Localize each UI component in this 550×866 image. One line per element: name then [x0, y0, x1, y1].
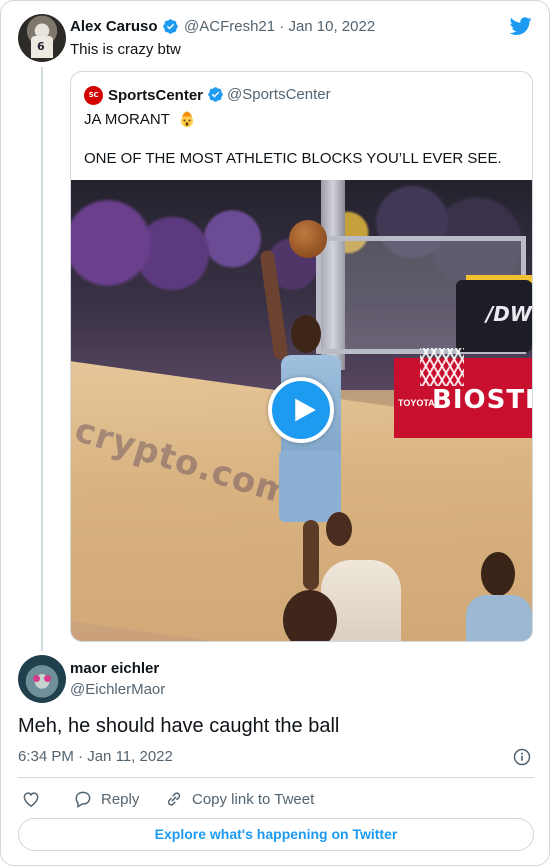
author-name[interactable]: Alex Caruso	[70, 18, 158, 35]
heart-icon	[23, 792, 39, 807]
verified-badge-icon	[208, 87, 223, 102]
video-player[interactable]: crypto.com /DW TOYOTA BIOSTEE	[71, 180, 532, 641]
explore-twitter-button[interactable]: Explore what's happening on Twitter	[18, 818, 534, 851]
reply-time: 6:34 PM	[18, 748, 74, 765]
quoted-author-name: SportsCenter	[108, 86, 224, 104]
player-shorts	[279, 450, 341, 522]
embedded-tweet-card: 6 Alex Caruso @ACFresh21 · Jan 10, 2022 …	[0, 0, 550, 866]
third-player-head	[481, 552, 515, 596]
play-icon	[295, 398, 316, 422]
reply-timestamp[interactable]: 6:34 PM · Jan 11, 2022	[18, 748, 173, 765]
reply-author-avatar[interactable]	[18, 655, 66, 703]
thread-connector-line	[41, 67, 43, 651]
third-player-body	[466, 595, 532, 641]
reply-author-handle[interactable]: @EichlerMaor	[70, 681, 165, 698]
defender-head	[326, 512, 352, 546]
reply-date: Jan 11, 2022	[87, 748, 173, 765]
twitter-bird-icon[interactable]	[509, 15, 533, 37]
reply-tweet-text: Meh, he should have caught the ball	[18, 715, 340, 737]
quoted-author-name-text: SportsCenter	[108, 87, 204, 104]
basket-net	[420, 348, 464, 386]
quoted-tweet-line-1: JA MORANT	[84, 110, 196, 128]
quoted-author-handle: @SportsCenter	[227, 86, 331, 103]
quoted-tweet[interactable]: SC SportsCenter @SportsCenter JA MORANT …	[70, 71, 533, 642]
reply-button[interactable]: Reply	[73, 789, 139, 809]
meta-separator: ·	[279, 18, 285, 35]
stanchion-padding: /DW	[456, 280, 532, 352]
author-name-text: Alex Caruso	[70, 18, 158, 35]
avatar-eye-right	[44, 675, 51, 682]
avatar-jersey-number: 6	[37, 40, 45, 53]
speech-bubble-icon	[75, 791, 91, 808]
copy-link-label: Copy link to Tweet	[192, 790, 315, 808]
info-icon[interactable]	[512, 747, 532, 767]
link-icon	[167, 792, 181, 806]
basketball	[289, 220, 327, 258]
author-meta: @ACFresh21 · Jan 10, 2022	[163, 18, 375, 35]
player-leg	[303, 520, 319, 590]
ad-small-text: TOYOTA	[398, 398, 435, 408]
play-button[interactable]	[268, 377, 334, 443]
reply-button-label: Reply	[101, 790, 140, 808]
author-avatar[interactable]: 6	[18, 14, 66, 62]
tweet-text: This is crazy btw	[70, 41, 181, 58]
avatar-eye-left	[33, 675, 40, 682]
author-handle[interactable]: @ACFresh21	[184, 18, 275, 35]
reply-author-name[interactable]: maor eichler	[70, 660, 159, 677]
sportscenter-logo-icon: SC	[84, 86, 103, 105]
stanchion-text: /DW	[486, 302, 532, 326]
actions-divider	[18, 777, 534, 778]
second-defender-head	[283, 590, 337, 641]
tweet-date[interactable]: Jan 10, 2022	[288, 18, 375, 35]
exploding-head-emoji	[180, 111, 193, 127]
like-button[interactable]	[21, 789, 49, 809]
quoted-tweet-line-1-text: JA MORANT	[84, 111, 170, 128]
timestamp-separator: ·	[78, 748, 84, 765]
player-head	[291, 315, 321, 353]
verified-badge-icon	[163, 19, 178, 34]
quoted-tweet-line-2: ONE OF THE MOST ATHLETIC BLOCKS YOU’LL E…	[84, 150, 502, 167]
ad-board-text: BIOSTEE	[432, 385, 532, 415]
copy-link-button[interactable]: Copy link to Tweet	[164, 789, 314, 809]
